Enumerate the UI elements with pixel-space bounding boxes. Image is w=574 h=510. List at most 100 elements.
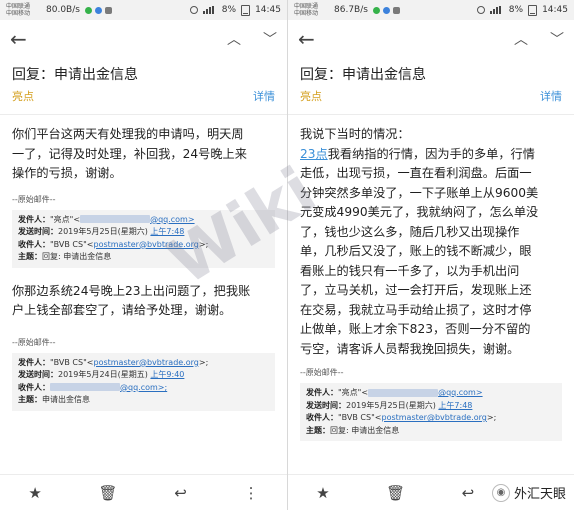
email-subject: 回复：申请出金信息 <box>300 67 426 83</box>
back-arrow-icon[interactable]: ← <box>298 27 315 51</box>
to-value: "BVB CS"< <box>338 413 382 422</box>
subject-value: 回复: 申请出金信息 <box>330 425 400 435</box>
body-line: 分钟突然多单没了，一下子账单上从9600美 <box>300 185 539 200</box>
date-time[interactable]: 上午9:40 <box>150 370 184 379</box>
from-email[interactable]: postmaster@bvbtrade.org <box>93 358 198 367</box>
details-link[interactable]: 详情 <box>253 88 275 104</box>
clock: 14:45 <box>542 5 568 15</box>
right-email-panel: 中国联通 中国移动 86.7B/s 8% 14:45 ← ︿ ﹀ 回复：申请出金… <box>287 0 574 510</box>
original-mail-label: --原始邮件-- <box>12 194 56 204</box>
trash-icon[interactable]: 🗑 <box>99 484 118 502</box>
date-value: 2019年5月25日(星期六) <box>346 400 436 410</box>
sender-name[interactable]: 亮点 <box>12 88 34 104</box>
body-line: 亏空，请客诉人员帮我挽回损失，谢谢。 <box>300 341 520 356</box>
back-arrow-icon[interactable]: ← <box>10 27 27 51</box>
redacted-email <box>80 215 151 223</box>
from-value: "BVB CS"< <box>50 357 94 367</box>
left-email-panel: 中国联通 中国移动 80.0B/s 8% 14:45 ← ︿ ﹀ 回复：申请出金… <box>0 0 287 510</box>
email-toolbar: ← ︿ ﹀ <box>288 20 574 58</box>
body-line: 止做单，账上才余下823，否则一分不留的 <box>300 322 531 336</box>
carrier-2: 中国移动 <box>294 10 319 17</box>
date-time[interactable]: 上午7:48 <box>150 227 184 236</box>
from-value: "亮点"< <box>50 214 81 224</box>
original-mail-block: 发件人："亮点"< @qq.com> 发送时间：2019年5月25日(星期六) 上… <box>12 209 275 268</box>
from-label: 发件人： <box>306 388 338 397</box>
original-mail-block: 发件人："亮点"< @qq.com> 发送时间：2019年5月25日(星期六) 上… <box>300 383 562 441</box>
time-link[interactable]: 23点 <box>300 147 328 161</box>
body-line: 走低，出现亏损，一直在看利润盘。后面一 <box>300 166 532 180</box>
up-arrow-icon[interactable]: ︿ <box>227 29 241 49</box>
sender-row: 亮点 详情 <box>288 84 574 108</box>
trash-icon[interactable]: 🗑 <box>386 484 405 502</box>
body-line: 你那边系统24号晚上23上出问题了，把我账 <box>12 283 251 298</box>
from-tail[interactable]: @qq.com> <box>150 215 195 224</box>
body-line: 一了，记得及时处理，补回我，24号晚上来 <box>12 146 247 161</box>
date-time[interactable]: 上午7:48 <box>438 401 472 410</box>
status-right: 8% 14:45 <box>189 4 281 16</box>
to-label: 收件人： <box>18 382 50 392</box>
from-label: 发件人： <box>18 357 50 367</box>
network-speed: 80.0B/s <box>46 5 80 15</box>
body-line: 操作的亏损，谢谢。 <box>12 166 122 180</box>
to-value: "BVB CS"< <box>50 239 94 249</box>
subject-label: 主题： <box>18 252 42 261</box>
from-tail[interactable]: @qq.com> <box>438 388 483 397</box>
subject-value: 回复: 申请出金信息 <box>42 252 112 261</box>
more-icon[interactable]: ⋮ <box>244 484 259 502</box>
signal-icon <box>202 6 217 14</box>
reply-icon[interactable]: ↩ <box>462 484 475 502</box>
date-label: 发送时间： <box>306 400 346 410</box>
status-right: 8% 14:45 <box>476 4 568 16</box>
status-bar: 中国联通 中国移动 86.7B/s 8% 14:45 <box>288 0 574 20</box>
date-value: 2019年5月24日(星期五) <box>58 370 148 379</box>
down-arrow-icon[interactable]: ﹀ <box>550 29 564 49</box>
email-body: 我说下当时的情况： 23点我看纳指的行情，因为手的多单，行情 走低，出现亏损，一… <box>288 115 574 359</box>
badge-text: 外汇天眼 <box>513 487 566 502</box>
redacted-email <box>368 388 439 397</box>
details-link[interactable]: 详情 <box>540 88 562 104</box>
from-tail: >; <box>198 357 209 367</box>
clock: 14:45 <box>255 5 281 15</box>
carrier-1: 中国联通 <box>294 3 319 10</box>
from-value: "亮点"< <box>338 388 369 397</box>
body-line-first: 23点我看纳指的行情，因为手的多单，行情 <box>300 145 562 165</box>
subject-label: 主题： <box>306 425 330 435</box>
to-email[interactable]: postmaster@bvbtrade.org <box>381 413 486 422</box>
to-email[interactable]: postmaster@bvbtrade.org <box>93 240 198 249</box>
notification-icon <box>392 6 400 14</box>
date-value: 2019年5月25日(星期六) <box>58 227 148 236</box>
subject-value: 申请出金信息 <box>42 395 90 404</box>
battery-percent: 8% <box>221 5 237 15</box>
eye-logo-icon: ◉ <box>491 483 510 502</box>
body-line: 在交易，我就立马手动给止损了，这时才停 <box>300 302 532 317</box>
body-line: 了，钱也少这么多，随后几秒又出现操作 <box>300 224 520 239</box>
bottom-action-bar: ★ 🗑 ↩ ⋮ <box>0 474 287 510</box>
battery-percent: 8% <box>508 5 524 15</box>
date-label: 发送时间： <box>18 370 58 379</box>
star-icon[interactable]: ★ <box>28 484 41 502</box>
body-line: 元变成4990美元了，我就纳闷了，怎么单没 <box>300 205 539 219</box>
down-arrow-icon[interactable]: ﹀ <box>263 29 277 49</box>
alarm-icon <box>476 6 485 14</box>
signal-icon <box>489 6 504 14</box>
star-icon[interactable]: ★ <box>316 484 329 502</box>
carrier-info: 中国联通 中国移动 <box>294 3 328 17</box>
network-speed: 86.7B/s <box>334 5 368 15</box>
notification-icons <box>84 6 112 14</box>
body-line: 看账上的钱只有一千多了，以为手机出问 <box>300 263 520 278</box>
body-line: 你们平台这两天有处理我的申请吗，明天周 <box>12 127 244 141</box>
notification-icons <box>372 6 400 14</box>
alarm-icon <box>189 6 198 14</box>
carrier-info: 中国联通 中国移动 <box>6 3 40 17</box>
original-mail-label: --原始邮件-- <box>300 368 344 377</box>
to-tail[interactable]: @qq.com>; <box>120 383 167 392</box>
reply-icon[interactable]: ↩ <box>174 484 187 502</box>
notification-icon <box>94 6 102 14</box>
notification-icon <box>84 6 92 14</box>
sender-name[interactable]: 亮点 <box>300 88 322 104</box>
original-mail-block: 发件人："BVB CS"<postmaster@bvbtrade.org>; 发… <box>12 352 275 411</box>
body-line: 户上钱全部套空了，请给予处理，谢谢。 <box>12 303 232 317</box>
up-arrow-icon[interactable]: ︿ <box>514 29 528 49</box>
body-line: 了，立马关机，过一会打开后，发现账上还 <box>300 283 532 297</box>
notification-icon <box>382 6 390 14</box>
